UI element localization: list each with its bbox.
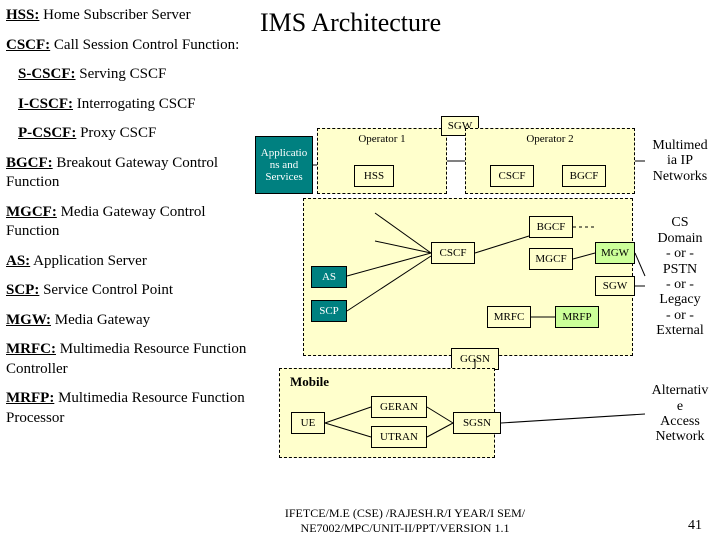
gloss-term: MRFP: bbox=[6, 390, 54, 406]
box-mrfp: MRFP bbox=[555, 306, 599, 328]
box-geran: GERAN bbox=[371, 396, 427, 418]
page-title: IMS Architecture bbox=[260, 8, 441, 38]
gloss-term: AS: bbox=[6, 253, 30, 269]
label-operator1: Operator 1 bbox=[320, 133, 444, 145]
gloss-def: Serving CSCF bbox=[79, 66, 166, 82]
gloss-def: Application Server bbox=[33, 253, 147, 269]
box-mrfc: MRFC bbox=[487, 306, 531, 328]
box-ue: UE bbox=[291, 412, 325, 434]
box-mgw: MGW bbox=[595, 242, 635, 264]
box-bgcf-mid: BGCF bbox=[529, 216, 573, 238]
ims-diagram: Applicatio ns and Services Operator 1 HS… bbox=[255, 116, 715, 516]
operator2-group: Operator 2 CSCF BGCF bbox=[465, 128, 635, 194]
gloss-def: Media Gateway bbox=[55, 312, 150, 328]
gloss-term: MRFC: bbox=[6, 341, 56, 357]
box-mgcf: MGCF bbox=[529, 248, 573, 270]
core-domain bbox=[303, 198, 633, 356]
box-utran: UTRAN bbox=[371, 426, 427, 448]
gloss-def: Call Session Control Function: bbox=[54, 37, 239, 53]
box-scp: SCP bbox=[311, 300, 347, 322]
label-alt-access: Alternativ e Access Network bbox=[645, 374, 715, 454]
box-hss: HSS bbox=[354, 165, 394, 187]
gloss-term: MGW: bbox=[6, 312, 51, 328]
box-app-services: Applicatio ns and Services bbox=[255, 136, 313, 194]
gloss-term: P-CSCF: bbox=[18, 125, 76, 141]
box-sgw-mid: SGW bbox=[595, 276, 635, 296]
gloss-def: Home Subscriber Server bbox=[43, 7, 190, 23]
box-ggsn: GGSN bbox=[451, 348, 499, 370]
gloss-def: Service Control Point bbox=[43, 282, 173, 298]
box-cscf-mid: CSCF bbox=[431, 242, 475, 264]
gloss-term: S-CSCF: bbox=[18, 66, 76, 82]
gloss-def: Interrogating CSCF bbox=[77, 96, 196, 112]
gloss-def: Proxy CSCF bbox=[80, 125, 156, 141]
box-cscf-top: CSCF bbox=[490, 165, 534, 187]
gloss-term: BGCF: bbox=[6, 155, 53, 171]
label-mobile: Mobile bbox=[290, 375, 492, 389]
label-cs-domain: CS Domain - or - PSTN - or - Legacy - or… bbox=[645, 212, 715, 342]
gloss-term: SCP: bbox=[6, 282, 39, 298]
label-operator2: Operator 2 bbox=[468, 133, 632, 145]
label-multimedia: Multimed ia IP Networks bbox=[645, 130, 715, 192]
page-number: 41 bbox=[688, 518, 702, 534]
gloss-term: CSCF: bbox=[6, 37, 50, 53]
glossary-list: HSS: Home Subscriber Server CSCF: Call S… bbox=[6, 6, 250, 438]
footer-text: IFETCE/M.E (CSE) /RAJESH.R/I YEAR/I SEM/… bbox=[255, 506, 555, 536]
box-as: AS bbox=[311, 266, 347, 288]
operator1-group: Operator 1 HSS bbox=[317, 128, 447, 194]
gloss-term: MGCF: bbox=[6, 204, 57, 220]
gloss-term: I-CSCF: bbox=[18, 96, 73, 112]
gloss-term: HSS: bbox=[6, 7, 39, 23]
box-sgsn: SGSN bbox=[453, 412, 501, 434]
box-bgcf-top: BGCF bbox=[562, 165, 606, 187]
